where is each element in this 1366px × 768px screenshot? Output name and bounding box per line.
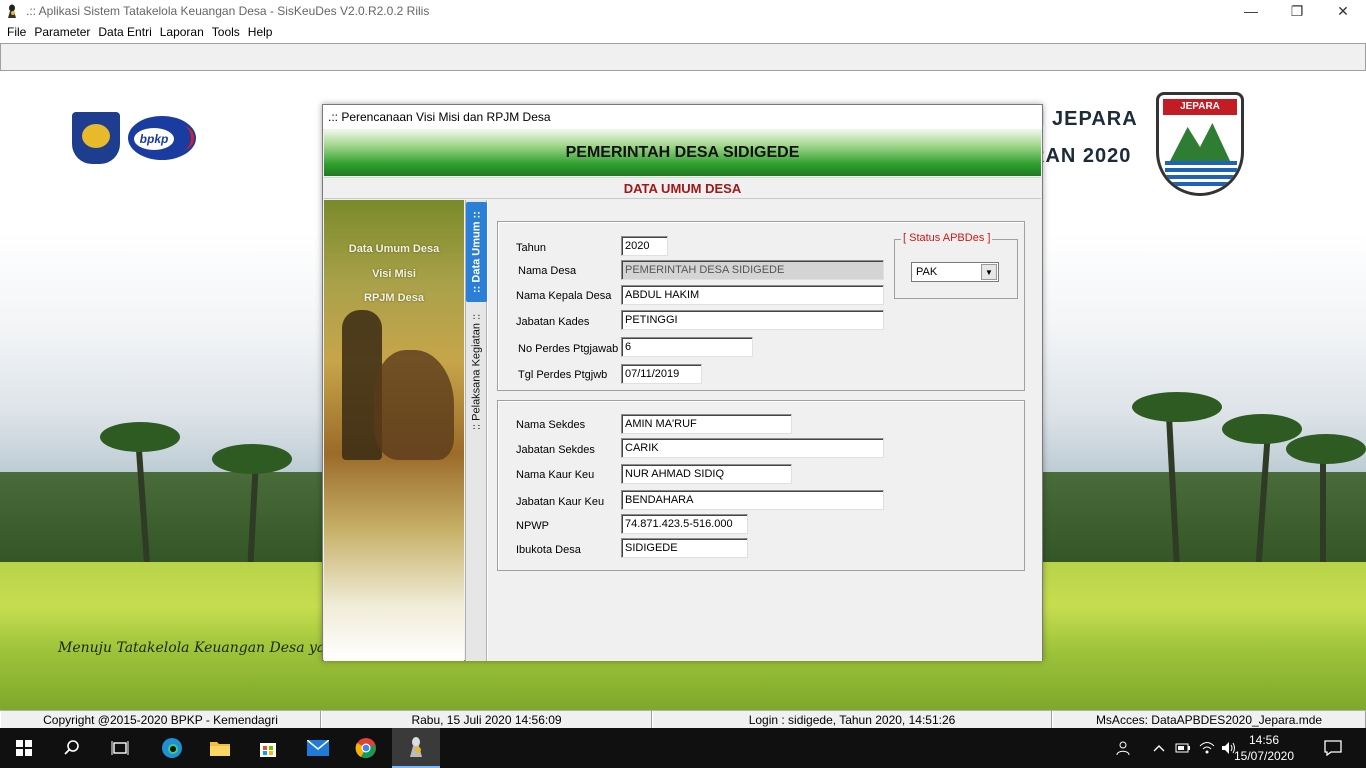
close-button[interactable]: ✕ — [1320, 0, 1366, 22]
menu-tools[interactable]: Tools — [212, 25, 240, 39]
toolbar — [0, 43, 1366, 71]
palm-frond — [100, 422, 180, 452]
mail-taskbar-item[interactable] — [294, 728, 342, 768]
status-login: Login : sidigede, Tahun 2020, 14:51:26 — [652, 711, 1052, 729]
search-icon — [64, 740, 79, 755]
chrome-taskbar-item[interactable] — [342, 728, 390, 768]
palm-frond — [1286, 434, 1366, 464]
label-no-perdes: No Perdes Ptgjawab — [518, 343, 619, 355]
chevron-down-icon[interactable]: ▼ — [981, 264, 997, 280]
label-tahun: Tahun — [516, 242, 546, 254]
menu-parameter[interactable]: Parameter — [34, 25, 90, 39]
tgl-perdes-field[interactable]: 07/11/2019 — [621, 364, 702, 384]
menu-laporan[interactable]: Laporan — [160, 25, 204, 39]
notification-icon[interactable] — [1318, 728, 1348, 768]
nama-kaur-keu-field[interactable]: NUR AHMAD SIDIQ — [621, 464, 792, 484]
menubar: File Parameter Data Entri Laporan Tools … — [0, 22, 1366, 42]
edge-taskbar-item[interactable] — [148, 728, 196, 768]
header-line-1: N JEPARA — [1030, 108, 1138, 130]
file-explorer-taskbar-item[interactable] — [196, 728, 244, 768]
dialog-title: .:: Perencanaan Visi Misi dan RPJM Desa — [323, 105, 1042, 129]
side-image-panel: Data Umum Desa Visi Misi RPJM Desa — [324, 200, 464, 661]
people-icon[interactable] — [1110, 728, 1138, 768]
rpjm-dialog: .:: Perencanaan Visi Misi dan RPJM Desa … — [322, 104, 1043, 740]
label-tgl-perdes: Tgl Perdes Ptgjwb — [518, 369, 608, 381]
side-link-data-umum[interactable]: Data Umum Desa — [324, 243, 464, 255]
minimize-button[interactable]: — — [1228, 0, 1274, 22]
jabatan-sekdes-field[interactable]: CARIK — [621, 438, 884, 458]
edge-icon — [162, 738, 182, 758]
status-apbdes-select[interactable]: PAK ▼ — [911, 262, 999, 282]
menu-data-entri[interactable]: Data Entri — [98, 25, 151, 39]
windows-icon — [16, 740, 32, 756]
label-nama-kepala-desa: Nama Kepala Desa — [516, 290, 612, 302]
task-view-button[interactable] — [96, 728, 144, 768]
bpkp-logo: bpkp — [128, 116, 196, 160]
jabatan-kaur-keu-field[interactable]: BENDAHARA — [621, 490, 884, 510]
battery-icon[interactable] — [1172, 728, 1194, 768]
palm-frond — [1132, 392, 1222, 422]
tab-pelaksana-kegiatan[interactable]: :: Pelaksana Kegiatan :: — [466, 306, 487, 438]
label-npwp: NPWP — [516, 520, 549, 532]
siskeudes-taskbar-item[interactable] — [392, 728, 440, 768]
label-jabatan-sekdes: Jabatan Sekdes — [516, 444, 595, 456]
vertical-tabs: :: Data Umum :: :: Pelaksana Kegiatan :: — [465, 200, 487, 661]
chevron-up-icon[interactable] — [1148, 728, 1170, 768]
status-datetime: Rabu, 15 Juli 2020 14:56:09 — [321, 711, 652, 729]
store-icon — [260, 743, 276, 757]
status-copyright: Copyright @2015-2020 BPKP - Kemendagri — [0, 711, 321, 729]
label-nama-desa: Nama Desa — [518, 265, 577, 277]
nama-sekdes-field[interactable]: AMIN MA'RUF — [621, 414, 792, 434]
chrome-icon — [355, 738, 376, 759]
palm-frond — [1222, 414, 1302, 444]
buffalo-image — [374, 350, 454, 460]
data-umum-panel: Tahun 2020 Nama Desa PEMERINTAH DESA SID… — [487, 200, 1042, 740]
maximize-button[interactable]: ❐ — [1274, 0, 1320, 22]
wifi-icon[interactable] — [1196, 728, 1218, 768]
tahun-field[interactable]: 2020 — [621, 236, 668, 256]
label-jabatan-kades: Jabatan Kades — [516, 316, 590, 328]
dialog-subheader: DATA UMUM DESA — [324, 177, 1041, 199]
window-title: .:: Aplikasi Sistem Tatakelola Keuangan … — [26, 4, 430, 18]
side-link-visi-misi[interactable]: Visi Misi — [324, 268, 464, 280]
dialog-banner: PEMERINTAH DESA SIDIGEDE — [324, 130, 1041, 176]
system-clock[interactable]: 14:56 15/07/2020 — [1232, 732, 1296, 764]
label-nama-kaur-keu: Nama Kaur Keu — [516, 469, 595, 481]
status-apbdes-legend: [ Status APBDes ] — [901, 232, 993, 244]
npwp-field[interactable]: 74.871.423.5-516.000 — [621, 514, 748, 534]
mail-icon — [307, 740, 329, 756]
no-perdes-field[interactable]: 6 — [621, 337, 753, 357]
jabatan-kades-field[interactable]: PETINGGI — [621, 310, 884, 330]
menu-help[interactable]: Help — [248, 25, 273, 39]
palm-frond — [212, 444, 292, 474]
tab-data-umum[interactable]: :: Data Umum :: — [466, 202, 487, 302]
side-link-rpjm-desa[interactable]: RPJM Desa — [324, 292, 464, 304]
status-apbdes-group: [ Status APBDes ] PAK ▼ — [894, 232, 1018, 299]
jepara-shield-logo: JEPARA — [1156, 92, 1244, 196]
label-jabatan-kaur-keu: Jabatan Kaur Keu — [516, 496, 605, 508]
label-nama-sekdes: Nama Sekdes — [516, 419, 586, 431]
tagline: Menuju Tatakelola Keuangan Desa ya — [58, 640, 326, 656]
store-taskbar-item[interactable] — [244, 728, 292, 768]
start-button[interactable] — [0, 728, 48, 768]
nama-kepala-desa-field[interactable]: ABDUL HAKIM — [621, 285, 884, 305]
window-titlebar: .:: Aplikasi Sistem Tatakelola Keuangan … — [0, 0, 1366, 22]
folder-icon — [210, 742, 230, 756]
app-icon — [4, 3, 20, 19]
siskeudes-icon — [410, 737, 422, 757]
ibukota-desa-field[interactable]: SIDIGEDE — [621, 538, 748, 558]
header-line-2: RAN 2020 — [1030, 145, 1132, 167]
search-button[interactable] — [48, 728, 96, 768]
status-database: MsAcces: DataAPBDES2020_Jepara.mde — [1052, 711, 1366, 729]
taskbar: 14:56 15/07/2020 — [0, 728, 1366, 768]
task-view-icon — [111, 741, 129, 755]
nama-desa-field: PEMERINTAH DESA SIDIGEDE — [621, 260, 884, 280]
menu-file[interactable]: File — [7, 25, 26, 39]
statusbar: Copyright @2015-2020 BPKP - Kemendagri R… — [0, 710, 1366, 729]
label-ibukota-desa: Ibukota Desa — [516, 544, 581, 556]
garuda-logo — [72, 112, 120, 164]
